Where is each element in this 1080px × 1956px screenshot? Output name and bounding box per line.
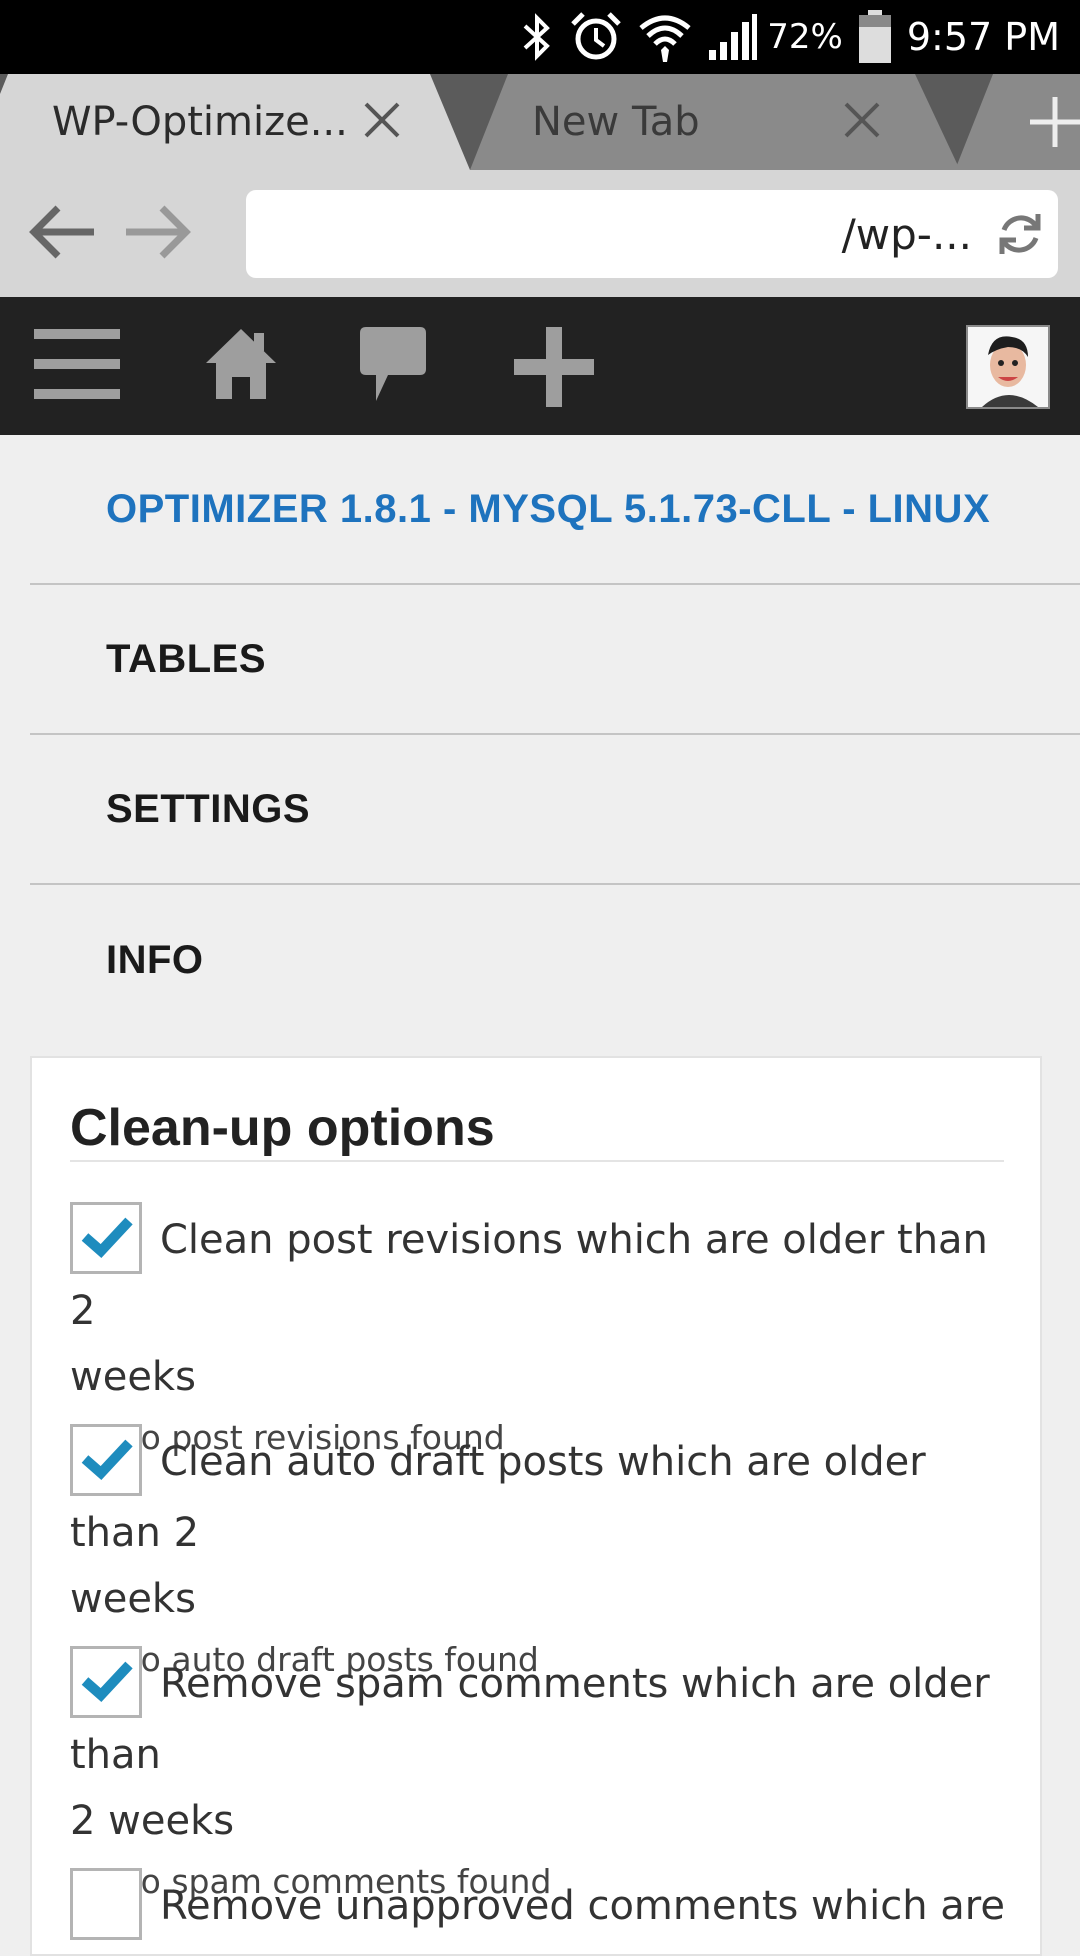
option-label-cont: 2 weeks bbox=[70, 1798, 235, 1844]
tab-strip: WP-Optimize... New Tab bbox=[0, 74, 1080, 170]
option-label-cont: weeks bbox=[70, 1576, 196, 1622]
option-label: Clean post revisions which are older tha… bbox=[70, 1217, 988, 1334]
close-tab-icon[interactable] bbox=[842, 100, 882, 140]
reload-icon[interactable] bbox=[994, 208, 1046, 260]
option-post-revisions: Clean post revisions which are older tha… bbox=[70, 1202, 1010, 1457]
tab-new-tab[interactable]: New Tab bbox=[470, 74, 960, 170]
auto-drafts-checkbox[interactable] bbox=[70, 1424, 142, 1496]
forward-icon[interactable] bbox=[122, 202, 192, 262]
new-tab-button[interactable] bbox=[955, 74, 1080, 170]
option-auto-drafts: Clean auto draft posts which are older t… bbox=[70, 1424, 1010, 1679]
battery-icon bbox=[858, 10, 891, 63]
nav-item-info[interactable]: INFO bbox=[30, 885, 1080, 1035]
battery-percent: 72% bbox=[767, 17, 843, 57]
plugin-nav: OPTIMIZER 1.8.1 - MYSQL 5.1.73-CLL - LIN… bbox=[30, 435, 1080, 1035]
url-bar[interactable]: /wp-... bbox=[246, 190, 1058, 278]
comment-icon[interactable] bbox=[358, 325, 428, 405]
checkmark-icon bbox=[81, 1661, 133, 1702]
checkmark-icon bbox=[81, 1217, 133, 1258]
nav-item-settings[interactable]: SETTINGS bbox=[30, 735, 1080, 885]
option-label: Clean auto draft posts which are older t… bbox=[70, 1439, 926, 1556]
status-bar: 72% 9:57 PM bbox=[0, 0, 1080, 74]
nav-item-optimizer[interactable]: OPTIMIZER 1.8.1 - MYSQL 5.1.73-CLL - LIN… bbox=[30, 435, 1080, 585]
tab-title: New Tab bbox=[532, 99, 700, 145]
clock: 9:57 PM bbox=[906, 15, 1060, 59]
option-label: Remove unapproved comments which are bbox=[160, 1883, 1005, 1929]
plus-icon bbox=[1030, 97, 1080, 147]
card-title: Clean-up options bbox=[70, 1099, 495, 1157]
menu-icon[interactable] bbox=[34, 327, 120, 403]
avatar-image bbox=[968, 327, 1048, 407]
browser-toolbar: /wp-... bbox=[0, 170, 1080, 297]
add-icon[interactable] bbox=[514, 327, 594, 407]
close-tab-icon[interactable] bbox=[362, 100, 402, 140]
bluetooth-icon bbox=[523, 13, 551, 61]
option-spam-comments: Remove spam comments which are older tha… bbox=[70, 1646, 1010, 1901]
option-unapproved-comments: Remove unapproved comments which are bbox=[70, 1868, 1010, 1944]
post-revisions-checkbox[interactable] bbox=[70, 1202, 142, 1274]
home-icon[interactable] bbox=[204, 327, 278, 401]
checkmark-icon bbox=[81, 1439, 133, 1480]
nav-item-tables[interactable]: TABLES bbox=[30, 585, 1080, 735]
wifi-icon bbox=[639, 15, 691, 62]
alarm-icon bbox=[571, 12, 622, 60]
unapproved-comments-checkbox[interactable] bbox=[70, 1868, 142, 1940]
option-label: Remove spam comments which are older tha… bbox=[70, 1661, 990, 1778]
option-label-cont: weeks bbox=[70, 1354, 196, 1400]
cleanup-options-card: Clean-up options Clean post revisions wh… bbox=[30, 1056, 1042, 1956]
tab-title: WP-Optimize... bbox=[52, 99, 348, 145]
avatar[interactable] bbox=[966, 325, 1050, 409]
tab-wp-optimize[interactable]: WP-Optimize... bbox=[0, 74, 470, 170]
signal-icon bbox=[709, 14, 758, 60]
spam-comments-checkbox[interactable] bbox=[70, 1646, 142, 1718]
divider bbox=[70, 1160, 1004, 1162]
back-icon[interactable] bbox=[28, 202, 98, 262]
wp-admin-bar bbox=[0, 297, 1080, 435]
url-text: /wp-... bbox=[841, 210, 972, 259]
